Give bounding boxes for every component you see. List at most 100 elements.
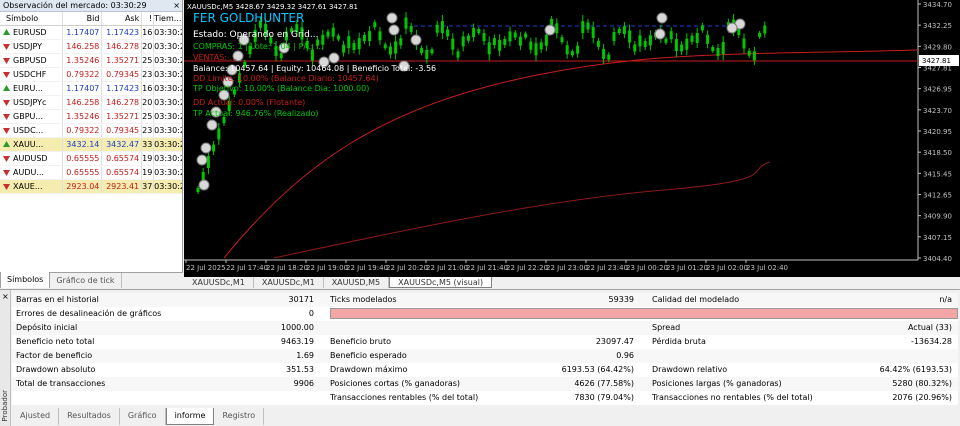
report-row: Beneficio neto total 9463.19 Beneficio bru…: [12, 335, 958, 349]
candle-body: [586, 22, 590, 30]
report-value: [490, 321, 640, 335]
market-watch-row[interactable]: GBPU... 1.352461.352712503:30:28: [0, 110, 182, 124]
time-label: 22 Jul 19:00: [306, 264, 348, 272]
report-value: -13634.28: [910, 337, 952, 346]
time-label: 23 Jul 02:00: [706, 264, 748, 272]
market-watch-row[interactable]: EURU... 1.174071.174231603:30:28: [0, 82, 182, 96]
tester-tab[interactable]: informe: [165, 408, 215, 425]
overlay-dd-actual: DD Actual: 0.00% (Flotante): [193, 98, 305, 107]
market-watch-row[interactable]: XAUU... 3432.143432.473303:30:28: [0, 138, 182, 152]
time-label: 22 Jul 21:00: [426, 264, 468, 272]
candle-body: [591, 26, 595, 38]
tester-close-icon[interactable]: ×: [2, 292, 9, 301]
report-label: Beneficio neto total: [16, 337, 95, 346]
trade-marker-icon: [388, 24, 400, 36]
symbol-cell: USDJPY: [0, 40, 62, 53]
candle-body: [576, 45, 580, 54]
candle-body: [279, 53, 283, 59]
ask-cell: 0.65574: [101, 166, 141, 179]
price-label: 3418.50: [923, 149, 952, 157]
report-label: Beneficio bruto: [330, 337, 391, 346]
col-symbol[interactable]: Símbolo: [0, 12, 62, 25]
time-label: 22 Jul 20:20: [386, 264, 428, 272]
market-watch-row[interactable]: USDCHF 0.793220.793452303:30:28: [0, 68, 182, 82]
trade-marker-icon: [328, 52, 340, 64]
spread-cell: 23: [141, 68, 153, 81]
candle-body: [534, 43, 538, 56]
price-down-icon: [3, 58, 10, 64]
report-row: Errores de desalineación de gráficos 0: [12, 307, 958, 321]
candle-body: [508, 31, 512, 42]
candle-body: [581, 21, 585, 34]
bid-cell: 1.35246: [61, 54, 102, 67]
candle-body: [570, 51, 574, 56]
col-ask[interactable]: Ask: [101, 12, 141, 25]
market-watch-close-icon[interactable]: ×: [173, 0, 180, 12]
time-cell: 03:30:28: [153, 26, 182, 39]
spread-cell: 19: [141, 152, 153, 165]
market-watch-row[interactable]: AUDU... 0.655550.655741903:30:28: [0, 166, 182, 180]
tab-symbols[interactable]: Símbolos: [0, 272, 51, 288]
report-value: [172, 391, 320, 405]
candle-body: [383, 44, 387, 49]
candle-body: [378, 31, 382, 41]
candle-body: [529, 41, 533, 50]
symbol-cell: GBPU...: [0, 110, 62, 123]
price-label: 3423.70: [923, 107, 952, 115]
trade-marker-icon: [206, 119, 218, 131]
ask-cell: 3432.47: [101, 138, 141, 151]
chart-tab[interactable]: XAUUSD,M5: [324, 277, 390, 288]
market-watch-row[interactable]: XAUE... 2923.042923.413703:30:29: [0, 180, 182, 194]
price-down-icon: [3, 72, 10, 78]
report-value: 4626 (77.58%): [574, 379, 634, 388]
chart-tab[interactable]: XAUUSDc,M1: [184, 277, 254, 288]
candle-body: [690, 35, 694, 42]
report-value: 1000.00: [280, 323, 314, 332]
price-label: 3434.70: [923, 1, 952, 9]
market-watch-row[interactable]: AUDUSD 0.655550.655741903:30:28: [0, 152, 182, 166]
price-down-icon: [3, 44, 10, 50]
market-watch-row[interactable]: EURUSD 1.174071.174231603:30:28: [0, 26, 182, 40]
chart-tab[interactable]: XAUUSDc,M1: [254, 277, 324, 288]
candle-body: [648, 35, 652, 46]
tester-tab[interactable]: Ajusted: [12, 408, 60, 425]
tester-tab[interactable]: Resultados: [59, 408, 120, 425]
col-bid[interactable]: Bid: [61, 12, 102, 25]
price-down-icon: [3, 100, 10, 106]
candle-body: [622, 26, 626, 35]
bid-cell: 3432.14: [61, 138, 102, 151]
spread-cell: 19: [141, 166, 153, 179]
candle-body: [487, 42, 491, 55]
tester-tab[interactable]: Registro: [214, 408, 265, 425]
candle-body: [596, 40, 600, 47]
price-chart[interactable]: 3434.70 3432.25 3429.80 3427.81 3426.95 3423.…: [184, 0, 960, 277]
symbol-cell: XAUE...: [0, 180, 62, 193]
candle-body: [628, 30, 632, 43]
market-watch-row[interactable]: USDC... 0.793220.793452303:30:28: [0, 124, 182, 138]
market-watch-row[interactable]: GBPUSD 1.352461.352712503:30:28: [0, 54, 182, 68]
time-cell: 03:30:28: [153, 110, 182, 123]
report-value: 351.53: [286, 365, 314, 374]
col-spread[interactable]: !: [141, 12, 153, 25]
current-price-label: 3427.81: [922, 57, 951, 65]
candle-body: [472, 28, 476, 38]
market-watch-row[interactable]: USDJPYc 146.258146.2782003:30:28: [0, 96, 182, 110]
candle-body: [492, 38, 496, 46]
candle-body: [617, 29, 621, 34]
price-label: 3407.15: [923, 234, 952, 242]
candle-body: [544, 34, 548, 46]
market-watch-row[interactable]: USDJPY 146.258146.2782003:30:28: [0, 40, 182, 54]
tab-tick-chart[interactable]: Gráfico de tick: [50, 273, 122, 288]
price-up-icon: [3, 29, 10, 35]
chart-tab[interactable]: XAUUSDc,M5 (visual): [389, 277, 493, 288]
col-time[interactable]: Tiem...: [153, 12, 182, 25]
spread-cell: 37: [141, 180, 153, 193]
spread-cell: 20: [141, 40, 153, 53]
bid-cell: 146.258: [61, 96, 102, 109]
moving-average-slow: [273, 161, 771, 259]
tester-tab[interactable]: Gráfico: [120, 408, 166, 425]
candle-body: [674, 38, 678, 51]
candle-body: [737, 28, 741, 35]
symbol-cell: EURU...: [0, 82, 62, 95]
time-label: 22 Jul 18:20: [266, 264, 308, 272]
